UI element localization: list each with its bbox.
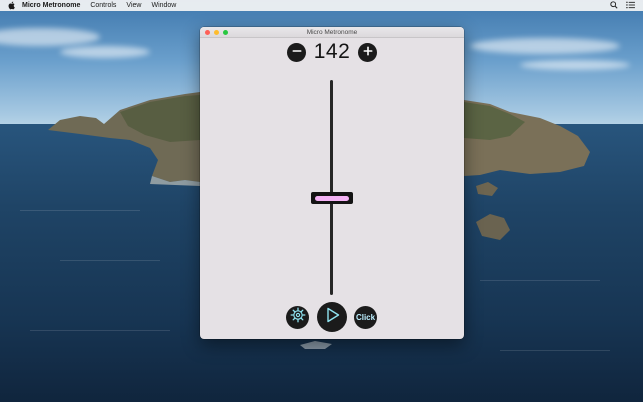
menu-view[interactable]: View	[126, 2, 141, 9]
apple-icon[interactable]	[8, 1, 16, 10]
search-icon[interactable]	[610, 1, 618, 11]
menu-app-name[interactable]: Micro Metronome	[22, 2, 80, 9]
play-button[interactable]	[317, 302, 347, 332]
gear-icon	[290, 307, 306, 328]
tempo-slider-track[interactable]	[330, 80, 333, 295]
traffic-lights	[205, 29, 228, 35]
menu-bar: Micro Metronome Controls View Window	[0, 0, 643, 11]
minus-icon	[291, 44, 303, 62]
play-icon	[322, 305, 342, 330]
settings-button[interactable]	[286, 306, 309, 329]
tempo-slider-thumb-highlight	[315, 195, 349, 201]
menu-window[interactable]: Window	[151, 2, 176, 9]
minimize-button[interactable]	[214, 29, 219, 35]
menu-extras	[610, 1, 635, 11]
zoom-button[interactable]	[223, 29, 228, 35]
title-bar[interactable]: Micro Metronome	[200, 27, 464, 38]
window-title: Micro Metronome	[306, 28, 358, 36]
click-label: Click	[355, 313, 376, 322]
list-icon[interactable]	[626, 1, 635, 11]
bpm-display: 142	[313, 40, 351, 63]
plus-icon	[362, 44, 374, 62]
menu-controls[interactable]: Controls	[90, 2, 116, 9]
click-sound-button[interactable]: Click	[354, 306, 377, 329]
metronome-window: Micro Metronome 142 Click	[200, 27, 464, 339]
increment-tempo-button[interactable]	[358, 43, 377, 62]
tempo-slider-thumb[interactable]	[311, 192, 353, 204]
close-button[interactable]	[205, 29, 210, 35]
decrement-tempo-button[interactable]	[287, 43, 306, 62]
